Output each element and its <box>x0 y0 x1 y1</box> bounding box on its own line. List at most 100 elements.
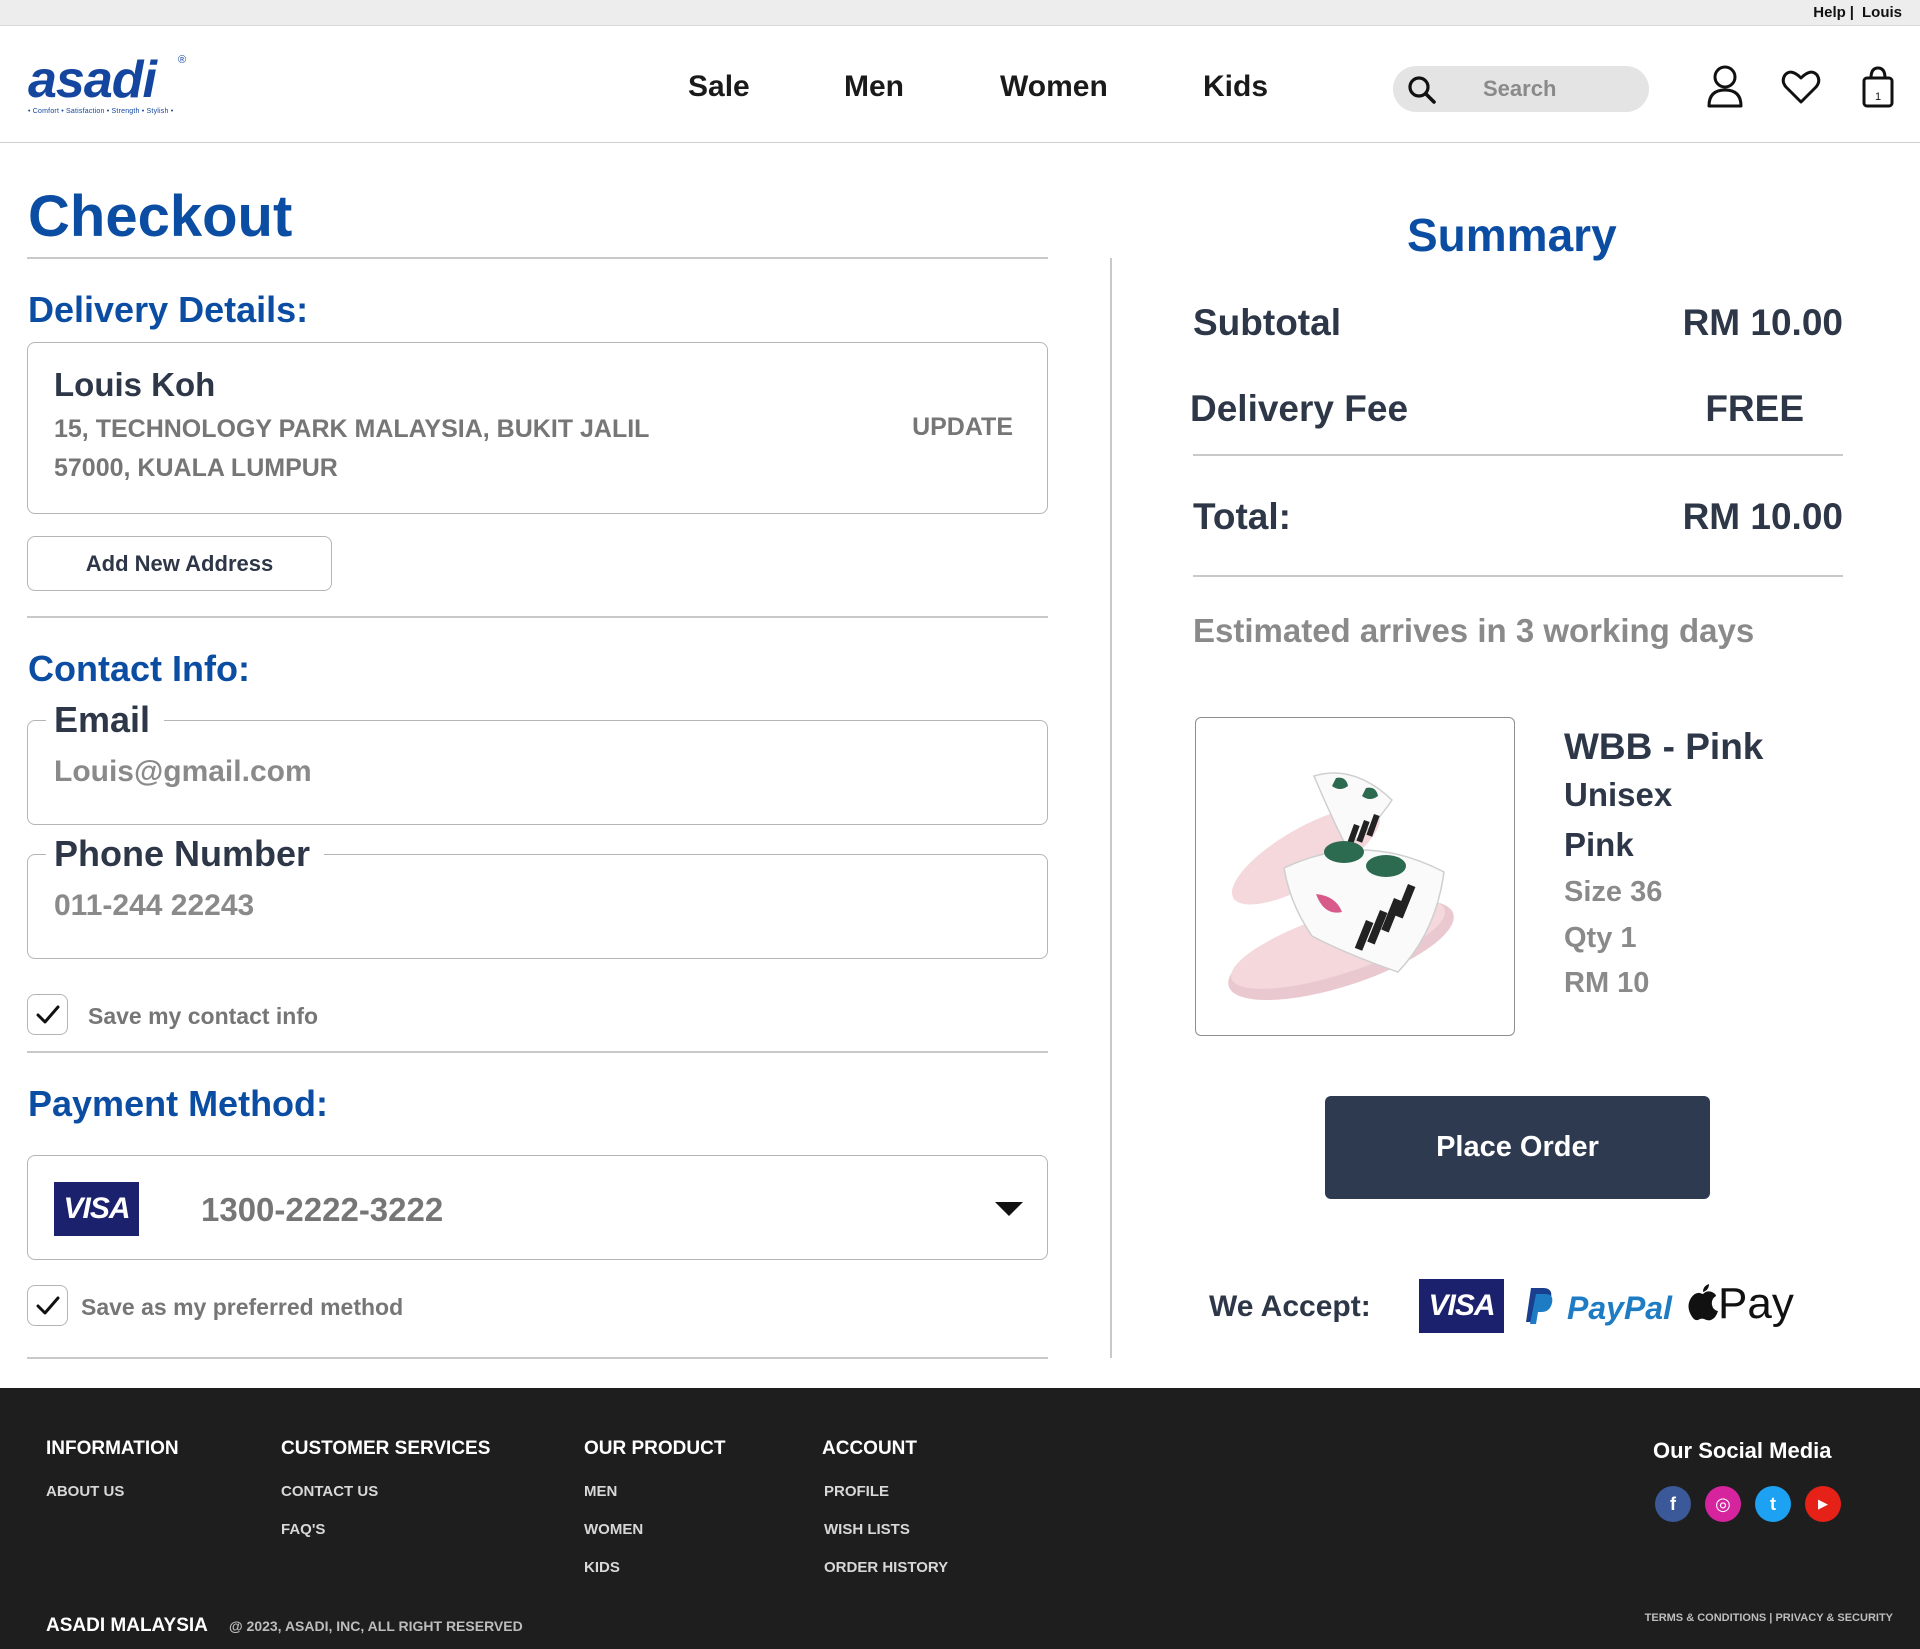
youtube-icon[interactable]: ▶ <box>1805 1486 1841 1522</box>
payment-method-select[interactable]: VISA 1300-2222-3222 <box>27 1155 1048 1260</box>
product-price: RM 10 <box>1564 967 1650 999</box>
visa-card-logo: VISA <box>54 1182 139 1236</box>
divider <box>27 616 1048 618</box>
utility-separator: | <box>1849 4 1854 21</box>
delivery-address-card: Louis Koh 15, TECHNOLOGY PARK MALAYSIA, … <box>27 342 1048 514</box>
nav-women[interactable]: Women <box>1000 70 1108 104</box>
column-divider <box>1110 258 1112 1358</box>
logo-tagline: • Comfort • Satisfaction • Strength • St… <box>28 108 174 115</box>
address-line-2: 57000, KUALA LUMPUR <box>54 454 338 482</box>
shopping-bag-icon[interactable]: 1 <box>1858 64 1898 110</box>
logo-wordmark: asadi <box>28 51 157 109</box>
checkmark-icon <box>36 1005 60 1024</box>
divider <box>27 1357 1048 1359</box>
subtotal-label: Subtotal <box>1193 302 1341 343</box>
product-qty: Qty 1 <box>1564 922 1637 954</box>
slide-sandal-icon <box>1228 772 1454 1001</box>
footer-link-profile[interactable]: PROFILE <box>824 1483 889 1500</box>
page-title: Checkout <box>28 184 293 249</box>
place-order-button[interactable]: Place Order <box>1325 1096 1710 1199</box>
footer-col-customer-services: CUSTOMER SERVICES <box>281 1438 491 1459</box>
search-bar[interactable] <box>1393 66 1649 112</box>
footer-link-about-us[interactable]: ABOUT US <box>46 1483 124 1500</box>
save-contact-checkbox[interactable] <box>27 994 68 1035</box>
user-link[interactable]: Louis <box>1862 4 1902 21</box>
footer-link-kids[interactable]: KIDS <box>584 1559 620 1576</box>
apple-icon <box>1688 1284 1718 1321</box>
total-value: RM 10.00 <box>1682 496 1843 537</box>
delivery-fee-label: Delivery Fee <box>1190 388 1409 429</box>
search-icon[interactable] <box>1407 75 1437 105</box>
apple-pay-logo: Pay <box>1688 1279 1794 1329</box>
total-label: Total: <box>1193 496 1291 537</box>
registered-mark: ® <box>178 54 187 66</box>
product-size: Size 36 <box>1564 876 1663 908</box>
site-header: asadi ® • Comfort • Satisfaction • Stren… <box>0 26 1920 143</box>
footer-link-women[interactable]: WOMEN <box>584 1521 643 1538</box>
nav-kids[interactable]: Kids <box>1203 70 1268 104</box>
visa-logo: VISA <box>1419 1279 1504 1333</box>
card-number: 1300-2222-3222 <box>201 1191 444 1228</box>
footer-link-men[interactable]: MEN <box>584 1483 617 1500</box>
save-preferred-label: Save as my preferred method <box>81 1294 404 1320</box>
payment-heading: Payment Method: <box>28 1083 329 1124</box>
accept-label: We Accept: <box>1209 1290 1371 1323</box>
nav-sale[interactable]: Sale <box>688 70 750 104</box>
footer-link-wish-lists[interactable]: WISH LISTS <box>824 1521 910 1538</box>
footer-link-order-history[interactable]: ORDER HISTORY <box>824 1559 948 1576</box>
save-preferred-checkbox[interactable] <box>27 1285 68 1326</box>
instagram-icon[interactable]: ◎ <box>1705 1486 1741 1522</box>
delivery-estimate: Estimated arrives in 3 working days <box>1193 612 1755 649</box>
save-contact-label: Save my contact info <box>88 1003 319 1029</box>
delivery-fee-value: FREE <box>1705 388 1804 429</box>
divider <box>27 257 1048 259</box>
divider <box>27 1051 1048 1053</box>
footer-link-faqs[interactable]: FAQ'S <box>281 1521 325 1538</box>
product-name: WBB - Pink <box>1564 726 1764 767</box>
account-icon[interactable] <box>1705 64 1745 110</box>
product-image[interactable] <box>1195 717 1515 1036</box>
utility-bar: Help | Louis <box>0 0 1920 26</box>
paypal-icon <box>1526 1288 1553 1324</box>
terms-privacy-links[interactable]: TERMS & CONDITIONS | PRIVACY & SECURITY <box>1645 1612 1893 1624</box>
update-address-link[interactable]: UPDATE <box>912 413 1013 442</box>
footer-brand: ASADI MALAYSIA <box>46 1615 208 1636</box>
svg-text:1: 1 <box>1875 91 1881 103</box>
email-value[interactable]: Louis@gmail.com <box>54 755 312 789</box>
chevron-down-icon[interactable] <box>995 1202 1023 1216</box>
add-new-address-button[interactable]: Add New Address <box>27 536 332 591</box>
subtotal-value: RM 10.00 <box>1682 302 1843 343</box>
heart-icon[interactable] <box>1781 64 1821 110</box>
phone-value[interactable]: 011-244 22243 <box>54 889 254 923</box>
email-field[interactable]: Email Louis@gmail.com <box>27 701 1048 825</box>
copyright: @ 2023, ASADI, INC, ALL RIGHT RESERVED <box>229 1618 523 1634</box>
phone-label: Phone Number <box>46 835 325 873</box>
email-label: Email <box>46 701 165 739</box>
help-link[interactable]: Help <box>1813 4 1846 21</box>
summary-heading: Summary <box>1407 209 1617 261</box>
recipient-name: Louis Koh <box>54 366 216 403</box>
nav-men[interactable]: Men <box>844 70 904 104</box>
phone-field[interactable]: Phone Number 011-244 22243 <box>27 835 1048 959</box>
product-gender: Unisex <box>1564 776 1673 813</box>
site-footer: INFORMATION ABOUT US CUSTOMER SERVICES C… <box>0 1388 1920 1649</box>
brand-logo[interactable]: asadi ® • Comfort • Satisfaction • Stren… <box>28 54 198 118</box>
delivery-heading: Delivery Details: <box>28 289 309 330</box>
contact-heading: Contact Info: <box>28 648 250 689</box>
utility-links: Help | Louis <box>1813 4 1902 21</box>
divider <box>1193 575 1843 577</box>
footer-col-account: ACCOUNT <box>822 1438 917 1459</box>
social-media-heading: Our Social Media <box>1653 1438 1832 1463</box>
search-input[interactable] <box>1483 74 1633 104</box>
footer-link-contact-us[interactable]: CONTACT US <box>281 1483 378 1500</box>
facebook-icon[interactable]: f <box>1655 1486 1691 1522</box>
checkmark-icon <box>36 1296 60 1315</box>
apple-pay-text: Pay <box>1718 1279 1794 1328</box>
footer-col-our-product: OUR PRODUCT <box>584 1438 726 1459</box>
footer-col-information: INFORMATION <box>46 1438 179 1459</box>
twitter-icon[interactable]: t <box>1755 1486 1791 1522</box>
product-color: Pink <box>1564 826 1634 863</box>
divider <box>1193 454 1843 456</box>
address-line-1: 15, TECHNOLOGY PARK MALAYSIA, BUKIT JALI… <box>54 415 650 443</box>
paypal-logo: PayPal <box>1567 1290 1672 1326</box>
